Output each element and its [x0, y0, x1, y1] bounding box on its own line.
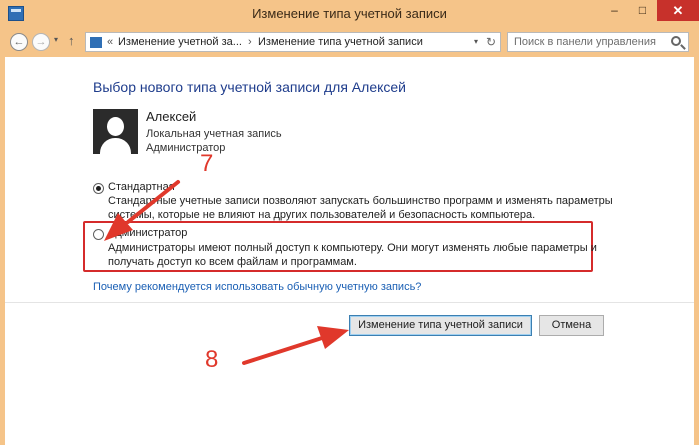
breadcrumb-item[interactable]: Изменение учетной за... [118, 36, 242, 48]
standard-description: Стандартные учетные записи позволяют зап… [108, 195, 613, 207]
administrator-option-label[interactable]: Администратор [108, 227, 187, 239]
control-panel-icon [90, 37, 102, 48]
user-name: Алексей [146, 109, 197, 124]
window: Изменение типа учетной записи – □ ✕ ← → … [0, 0, 699, 445]
account-role: Администратор [146, 142, 226, 154]
address-overflow-chevron[interactable]: « [107, 36, 113, 48]
page-title: Выбор нового типа учетной записи для Але… [93, 79, 406, 95]
change-account-type-button[interactable]: Изменение типа учетной записи [349, 315, 532, 336]
title-bar: Изменение типа учетной записи – □ ✕ [0, 0, 699, 27]
administrator-description: Администраторы имеют полный доступ к ком… [108, 242, 597, 254]
annotation-step-8: 8 [205, 346, 219, 373]
annotation-step-7: 7 [200, 150, 214, 177]
breadcrumb-separator[interactable]: › [248, 36, 252, 48]
administrator-description: получать доступ ко всем файлам и програм… [108, 256, 357, 268]
forward-button[interactable]: → [32, 33, 50, 51]
why-standard-link[interactable]: Почему рекомендуется использовать обычну… [93, 281, 421, 293]
standard-option-label[interactable]: Стандартная [108, 181, 175, 193]
administrator-radio[interactable] [93, 229, 104, 240]
maximize-button[interactable]: □ [629, 0, 656, 21]
account-location: Локальная учетная запись [146, 128, 282, 140]
recent-pages-dropdown[interactable]: ▾ [54, 35, 58, 44]
search-placeholder: Поиск в панели управления [514, 36, 656, 48]
navigation-bar: ← → ▾ ↑ « Изменение учетной за... › Изме… [5, 27, 694, 57]
up-button[interactable]: ↑ [68, 33, 75, 48]
main-content: Выбор нового типа учетной записи для Але… [5, 57, 694, 445]
refresh-icon[interactable]: ↻ [486, 35, 496, 49]
breadcrumb-item[interactable]: Изменение типа учетной записи [258, 36, 423, 48]
close-button[interactable]: ✕ [657, 0, 699, 21]
address-dropdown-icon[interactable]: ▾ [474, 37, 478, 46]
cancel-button[interactable]: Отмена [539, 315, 604, 336]
address-bar[interactable]: « Изменение учетной за... › Изменение ти… [85, 32, 501, 52]
search-input[interactable]: Поиск в панели управления [507, 32, 689, 52]
standard-radio[interactable] [93, 183, 104, 194]
divider [5, 302, 694, 303]
back-button[interactable]: ← [10, 33, 28, 51]
window-title: Изменение типа учетной записи [252, 6, 447, 21]
user-avatar [93, 109, 138, 154]
search-icon[interactable] [671, 36, 681, 46]
minimize-button[interactable]: – [601, 0, 628, 21]
